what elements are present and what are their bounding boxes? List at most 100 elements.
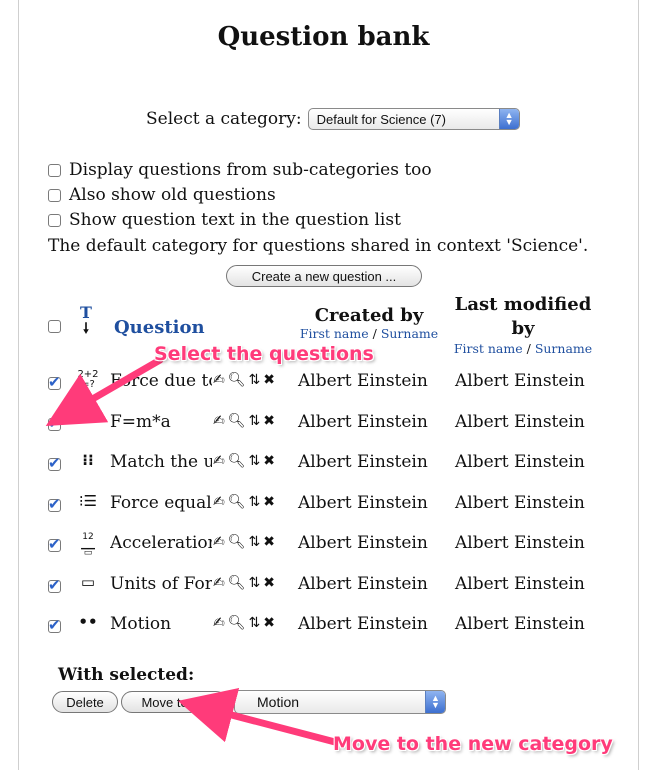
target-category-select[interactable]: Motion ▲ ▼ [234,690,446,714]
table-row: 12▁▁▭ Acceleration ✍🔍︎⇅✖ Albert Einstein… [0,530,647,560]
shortanswer-icon: 12 ▁▁ ▭ [81,532,95,558]
created-by-cell: Albert Einstein [298,452,428,472]
delete-icon[interactable]: ✖ [263,453,275,469]
option-label: Show question text in the question list [69,210,401,230]
category-note: The default category for questions share… [48,236,589,256]
edit-icon[interactable]: ✍ [213,413,225,429]
delete-icon[interactable]: ✖ [263,534,275,550]
sort-arrow-down-icon: 🠗 [82,321,89,337]
row-checkbox[interactable] [48,535,61,553]
created-by-sort: First name / Surname [294,326,444,341]
created-by-header: Created by First name / Surname [294,305,444,341]
category-row: Select a category: Default for Science (… [146,108,520,130]
question-name: Motion [110,614,172,634]
move-icon[interactable]: ⇅ [249,575,261,591]
question-name: Match the ur [110,452,212,472]
callout-select-questions: Select the questions [154,343,374,365]
option-subcategories[interactable]: Display questions from sub-categories to… [48,160,432,180]
old-questions-checkbox[interactable] [48,188,61,202]
created-by-cell: Albert Einstein [298,614,428,634]
matching-icon: ⁝⁝ [82,451,94,469]
modified-by-cell: Albert Einstein [455,574,585,594]
delete-icon[interactable]: ✖ [263,575,275,591]
question-header[interactable]: Question [114,317,205,338]
move-icon[interactable]: ⇅ [249,453,261,469]
move-icon[interactable]: ⇅ [249,494,261,510]
preview-icon[interactable]: 🔍︎ [228,413,246,429]
target-category-value: Motion [257,694,300,710]
preview-icon[interactable]: 🔍︎ [228,534,246,550]
question-name: Force equals [110,493,212,513]
essay-icon: ▭ [80,573,96,591]
preview-icon[interactable]: 🔍︎ [228,615,246,631]
move-icon[interactable]: ⇅ [249,534,261,550]
row-checkbox[interactable] [48,495,61,513]
edit-icon[interactable]: ✍ [213,615,225,631]
type-sort-header[interactable]: T 🠗 [76,303,96,336]
separator: / [368,326,381,341]
modified-first-name-link[interactable]: First name [454,341,523,356]
row-checkbox[interactable] [48,373,61,391]
preview-icon[interactable]: 🔍︎ [228,453,246,469]
row-actions: ✍ 🔍︎ ⇅ ✖ [213,413,275,429]
select-all-checkbox[interactable] [48,320,61,333]
delete-icon[interactable]: ✖ [263,372,275,388]
edit-icon[interactable]: ✍ [213,575,225,591]
option-old-questions[interactable]: Also show old questions [48,185,276,205]
edit-icon[interactable]: ✍ [213,534,225,550]
multichoice-icon: ⁝☰ [78,492,98,510]
created-by-cell: Albert Einstein [298,574,428,594]
modified-by-cell: Albert Einstein [455,614,585,634]
calculated-icon: 2+2 =? [77,369,99,390]
category-select[interactable]: Default for Science (7) ▲ ▼ [307,108,520,130]
row-checkbox[interactable] [48,576,61,594]
preview-icon[interactable]: 🔍︎ [228,575,246,591]
row-checkbox[interactable] [48,414,61,432]
preview-icon[interactable]: 🔍︎ [228,494,246,510]
preview-icon[interactable]: 🔍︎ [228,372,246,388]
move-icon[interactable]: ⇅ [249,615,261,631]
created-by-title: Created by [314,305,424,326]
question-text-checkbox[interactable] [48,213,61,227]
delete-icon[interactable]: ✖ [263,494,275,510]
edit-icon[interactable]: ✍ [213,494,225,510]
table-row: •• Motion ✍🔍︎⇅✖ Albert Einstein Albert E… [0,611,647,641]
row-actions: ✍ 🔍︎ ⇅ ✖ [213,534,275,550]
created-first-name-link[interactable]: First name [300,326,369,341]
with-selected-label: With selected: [58,665,195,685]
modified-surname-link[interactable]: Surname [535,341,592,356]
question-name: Units of Forc [110,574,212,594]
table-row: ⁝☰ Force equals ✍🔍︎⇅✖ Albert Einstein Al… [0,490,647,520]
delete-button[interactable]: Delete [52,691,118,713]
edit-icon[interactable]: ✍ [213,372,225,388]
separator: / [522,341,535,356]
move-to-button[interactable]: Move to >> [121,691,227,713]
created-by-cell: Albert Einstein [298,533,428,553]
select-arrows-icon: ▲ ▼ [498,109,519,129]
created-by-cell: Albert Einstein [298,371,428,391]
edit-icon[interactable]: ✍ [213,453,225,469]
row-actions: ✍ 🔍︎ ⇅ ✖ [213,453,275,469]
row-checkbox[interactable] [48,454,61,472]
question-name: F=m*a [110,412,171,432]
delete-icon[interactable]: ✖ [263,413,275,429]
delete-icon[interactable]: ✖ [263,615,275,631]
callout-move-category: Move to the new category [333,733,613,755]
option-question-text[interactable]: Show question text in the question list [48,210,401,230]
create-question-button[interactable]: Create a new question ... [226,265,422,287]
modified-by-cell: Albert Einstein [455,412,585,432]
move-icon[interactable]: ⇅ [249,413,261,429]
modified-by-header: Last modified by First name / Surname [448,293,598,357]
category-label: Select a category: [146,109,302,129]
row-checkbox[interactable] [48,616,61,634]
subcategories-checkbox[interactable] [48,163,61,177]
option-label: Display questions from sub-categories to… [69,160,432,180]
move-icon[interactable]: ⇅ [249,372,261,388]
modified-by-cell: Albert Einstein [455,533,585,553]
created-by-cell: Albert Einstein [298,412,428,432]
modified-by-cell: Albert Einstein [455,371,585,391]
created-surname-link[interactable]: Surname [381,326,438,341]
table-row: ▭ Units of Forc ✍🔍︎⇅✖ Albert Einstein Al… [0,571,647,601]
modified-by-sort: First name / Surname [448,341,598,357]
row-actions: ✍ 🔍︎ ⇅ ✖ [213,372,275,388]
